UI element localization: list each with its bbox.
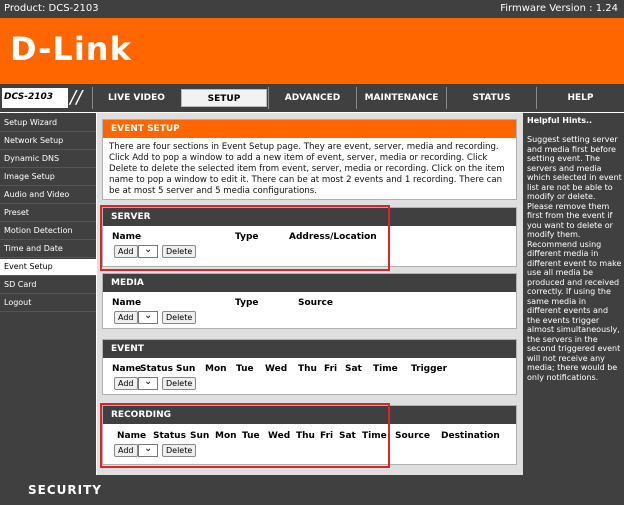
event-setup-section: EVENT SETUP There are four sections in E…	[102, 119, 517, 200]
recording-col-destination: Destination	[441, 431, 500, 441]
media-col-source: Source	[298, 298, 333, 308]
sidebar-item-image-setup[interactable]: Image Setup	[0, 169, 96, 186]
event-col-trigger: Trigger	[411, 364, 448, 374]
footer: SECURITY	[0, 475, 624, 505]
hints-title: Helpful Hints..	[527, 116, 593, 125]
media-title: MEDIA	[103, 274, 516, 292]
event-col-mon: Mon	[205, 364, 227, 374]
chevron-down-icon: ⌄	[144, 310, 153, 321]
recording-highlight-box	[100, 403, 390, 468]
sidebar-item-motion-detection[interactable]: Motion Detection	[0, 223, 96, 240]
sidebar-item-network-setup[interactable]: Network Setup	[0, 133, 96, 150]
event-delete-button[interactable]: Delete	[162, 377, 197, 390]
media-section: MEDIA Name Type Source Add ⌄ Delete	[102, 273, 517, 329]
event-col-time: Time	[373, 364, 398, 374]
sidebar: Setup Wizard Network Setup Dynamic DNS I…	[0, 113, 96, 475]
sidebar-item-preset[interactable]: Preset	[0, 205, 96, 222]
event-col-sun: Sun	[176, 364, 196, 374]
event-title: EVENT	[103, 340, 516, 358]
sidebar-item-event-setup[interactable]: Event Setup	[0, 259, 96, 276]
event-setup-description: There are four sections in Event Setup p…	[109, 142, 505, 196]
tab-maintenance[interactable]: MAINTENANCE	[356, 87, 446, 109]
tab-live-video[interactable]: LIVE VIDEO	[92, 87, 180, 109]
event-section: EVENT Name Status Sun Mon Tue Wed Thu Fr…	[102, 339, 517, 395]
tab-help[interactable]: HELP	[536, 87, 624, 109]
sidebar-item-time-date[interactable]: Time and Date	[0, 241, 96, 258]
media-delete-button[interactable]: Delete	[162, 311, 197, 324]
tab-setup[interactable]: SETUP	[181, 89, 267, 107]
tab-advanced[interactable]: ADVANCED	[268, 87, 356, 109]
firmware-label: Firmware Version : 1.24	[500, 3, 618, 14]
recording-col-source: Source	[395, 431, 430, 441]
main-nav: DCS-2103 // LIVE VIDEO SETUP ADVANCED MA…	[0, 84, 624, 112]
sidebar-item-logout[interactable]: Logout	[0, 295, 96, 312]
event-setup-title: EVENT SETUP	[103, 120, 516, 138]
media-select[interactable]: ⌄	[138, 310, 158, 324]
chevron-down-icon: ⌄	[144, 376, 153, 387]
event-col-thu: Thu	[298, 364, 317, 374]
sidebar-item-dynamic-dns[interactable]: Dynamic DNS	[0, 151, 96, 168]
event-col-wed: Wed	[265, 364, 288, 374]
product-label: Product: DCS-2103	[4, 3, 99, 14]
sidebar-item-sd-card[interactable]: SD Card	[0, 277, 96, 294]
event-select[interactable]: ⌄	[138, 376, 158, 390]
sidebar-item-setup-wizard[interactable]: Setup Wizard	[0, 115, 96, 132]
event-add-button[interactable]: Add	[114, 377, 138, 390]
top-info-bar: Product: DCS-2103 Firmware Version : 1.2…	[0, 0, 624, 18]
helpful-hints-panel: Helpful Hints.. Suggest setting server a…	[523, 113, 624, 475]
tab-status[interactable]: STATUS	[446, 87, 536, 109]
server-highlight-box	[100, 205, 390, 271]
media-col-type: Type	[235, 298, 259, 308]
event-col-fri: Fri	[324, 364, 338, 374]
footer-security-label: SECURITY	[28, 483, 102, 497]
event-col-sat: Sat	[345, 364, 362, 374]
logo-banner: D-Link	[0, 18, 624, 84]
media-add-button[interactable]: Add	[114, 311, 138, 324]
event-col-name: Name	[112, 364, 142, 374]
sidebar-item-audio-video[interactable]: Audio and Video	[0, 187, 96, 204]
media-col-name: Name	[112, 298, 142, 308]
hints-text: Suggest setting server and media first b…	[527, 135, 622, 382]
dlink-logo: D-Link	[10, 30, 132, 68]
event-col-tue: Tue	[236, 364, 254, 374]
event-col-status: Status	[140, 364, 173, 374]
nav-divider-icon: //	[70, 87, 83, 108]
model-label: DCS-2103	[2, 88, 68, 108]
